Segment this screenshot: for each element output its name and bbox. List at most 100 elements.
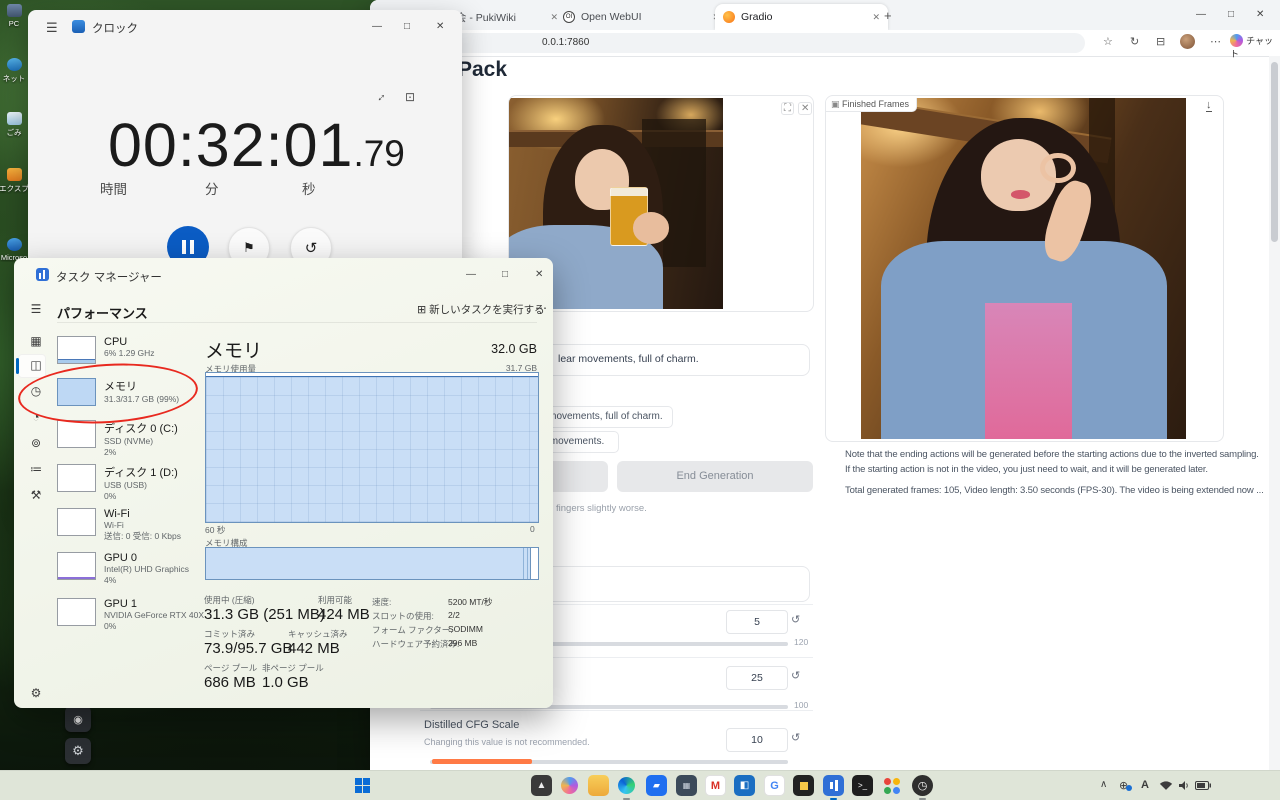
slider-number-input[interactable]: 5 <box>726 610 788 634</box>
picture-in-picture-icon[interactable]: ⊡ <box>405 90 415 104</box>
cfg-number-input[interactable]: 10 <box>726 728 788 752</box>
battery-icon[interactable] <box>1195 781 1211 793</box>
clock-maximize-icon[interactable]: □ <box>404 20 410 34</box>
end-generation-button[interactable]: End Generation <box>617 461 813 492</box>
perf-item-gpu1[interactable]: GPU 1NVIDIA GeForce RTX 40X0% <box>57 598 207 631</box>
scrollbar-thumb[interactable] <box>1271 62 1278 242</box>
desktop-app-icon-dark[interactable]: ◉ <box>65 706 91 732</box>
cpu-graph-thumbnail <box>57 336 96 364</box>
perf-item-gpu0[interactable]: GPU 0Intel(R) UHD Graphics4% <box>57 552 207 585</box>
desktop-icon-network[interactable]: ネット <box>0 58 29 84</box>
slider-number-input[interactable]: 25 <box>726 666 788 690</box>
perf-item-cpu[interactable]: CPU6% 1.29 GHz <box>57 336 207 364</box>
browser-minimize-icon[interactable]: — <box>1196 8 1206 22</box>
tm-nav-details-icon[interactable]: ≔ <box>24 462 48 476</box>
tm-maximize-icon[interactable]: □ <box>502 268 508 282</box>
taskbar-store-icon[interactable]: ▰ <box>646 775 667 796</box>
clock-minimize-icon[interactable]: — <box>372 20 382 34</box>
section-divider <box>420 710 813 711</box>
reset-icon[interactable]: ↺ <box>791 731 800 744</box>
copilot-icon <box>1230 34 1243 47</box>
tm-settings-gear-icon[interactable]: ⚙ <box>24 686 48 700</box>
tm-more-menu-icon[interactable]: ⋯ <box>535 301 547 315</box>
image-fullscreen-icon[interactable]: ⛶ <box>781 102 794 115</box>
reset-icon[interactable]: ↺ <box>791 613 800 626</box>
slider-max-label: 120 <box>794 637 808 647</box>
download-icon[interactable]: ↓ <box>1206 100 1212 112</box>
sync-icon[interactable]: ↻ <box>1130 35 1139 48</box>
tm-nav-performance-icon[interactable]: ◫ <box>24 358 48 372</box>
input-image-panel: ⛶ ✕ <box>508 95 814 312</box>
tm-close-icon[interactable]: ✕ <box>535 268 543 282</box>
timeline-right-label: 0 <box>530 524 535 534</box>
tm-nav-menu-icon[interactable]: ☰ <box>24 302 48 316</box>
image-component-icon: ▣ <box>831 99 840 109</box>
finished-frames-panel: ▣ Finished Frames ↓ <box>825 95 1224 442</box>
taskbar-dark-app-icon[interactable] <box>793 775 814 796</box>
prompt-textbox[interactable]: lear movements, full of charm. <box>540 344 810 376</box>
new-tab-icon[interactable]: + <box>884 8 892 23</box>
expand-icon[interactable]: ↕ <box>375 90 389 104</box>
clock-close-icon[interactable]: ✕ <box>436 20 444 34</box>
desktop-icon-pc[interactable]: PC <box>0 4 29 28</box>
taskbar-google-icon[interactable]: G <box>764 775 785 796</box>
tm-nav-users-icon[interactable]: ⊚ <box>24 436 48 450</box>
nonpaged-pool-label: 非ページ プール <box>262 662 324 674</box>
committed-label: コミット済み <box>204 628 255 640</box>
tm-page-title: パフォーマンス <box>57 303 148 322</box>
desktop-icon-recycle-bin[interactable]: ごみ <box>0 112 29 138</box>
image-clear-icon[interactable]: ✕ <box>798 102 812 115</box>
taskbar-calculator-icon[interactable]: ▦ <box>676 775 697 796</box>
tm-nav-services-icon[interactable]: ⚒ <box>24 488 48 502</box>
tm-nav-processes-icon[interactable]: ▦ <box>24 334 48 348</box>
taskbar-task-manager-icon[interactable] <box>823 775 844 796</box>
task-manager-window: タスク マネージャー — □ ✕ ☰ ▦ ◫ ◷ ◔ ⊚ ≔ ⚒ ⚙ パフォーマ… <box>14 258 553 708</box>
favorites-star-icon[interactable]: ☆ <box>1103 35 1113 48</box>
wifi-icon[interactable] <box>1159 780 1173 794</box>
ime-mode-indicator[interactable]: A <box>1141 779 1149 791</box>
page-scrollbar[interactable] <box>1269 56 1280 770</box>
perf-item-disk0[interactable]: ディスク 0 (C:)SSD (NVMe)2% <box>57 420 207 457</box>
start-button[interactable] <box>352 775 373 796</box>
available-value: 424 MB <box>318 606 370 623</box>
tm-minimize-icon[interactable]: — <box>466 268 476 282</box>
new-task-icon: ⊞ <box>417 304 426 316</box>
taskbar-gmail-icon[interactable]: M <box>705 775 726 796</box>
tray-chevron-icon[interactable]: ∧ <box>1100 779 1107 790</box>
taskbar-clock-app-icon[interactable]: ◷ <box>912 775 933 796</box>
tab-open-webui[interactable]: OI Open WebUI ✕ <box>555 6 728 28</box>
tab-close-icon[interactable]: ✕ <box>872 12 880 23</box>
taskbar-blue-app-icon[interactable]: ◧ <box>734 775 755 796</box>
address-bar[interactable]: 0.0.1:7860 <box>445 33 1085 53</box>
tray-network-globe-icon[interactable]: ⊕ <box>1119 779 1128 792</box>
reset-icon[interactable]: ↺ <box>791 669 800 682</box>
perf-item-wifi[interactable]: Wi-FiWi-Fi送信: 0 受信: 0 Kbps <box>57 508 207 541</box>
taskbar-photos-icon[interactable]: ▲ <box>531 775 552 796</box>
header-divider <box>57 322 537 323</box>
browser-maximize-icon[interactable]: □ <box>1228 8 1234 22</box>
reset-icon: ↺ <box>305 239 318 257</box>
taskbar-edge-icon[interactable] <box>616 775 637 796</box>
taskbar-copilot-icon[interactable] <box>559 775 580 796</box>
desktop-icon-explorer[interactable]: エクスプ <box>0 168 29 194</box>
run-new-task-button[interactable]: ⊞ 新しいタスクを実行する <box>417 302 545 317</box>
browser-close-icon[interactable]: ✕ <box>1256 8 1264 22</box>
collections-icon[interactable]: ⊟ <box>1156 35 1165 48</box>
taskbar-file-explorer-icon[interactable] <box>588 775 609 796</box>
edge-shortcut-icon <box>7 238 22 251</box>
desktop-settings-icon[interactable]: ⚙ <box>65 738 91 764</box>
taskbar-colorful-grid-icon[interactable] <box>881 775 902 796</box>
perf-item-disk1[interactable]: ディスク 1 (D:)USB (USB)0% <box>57 464 207 501</box>
speaker-icon[interactable] <box>1178 780 1190 794</box>
generation-hint-text: fingers slightly worse. <box>556 503 647 514</box>
tab-gradio[interactable]: Gradio ✕ <box>715 4 888 30</box>
cfg-scale-description: Changing this value is not recommended. <box>424 737 590 747</box>
more-menu-icon[interactable]: ⋯ <box>1210 35 1221 48</box>
taskbar-terminal-icon[interactable]: >_ <box>852 775 873 796</box>
quick-prompt-chip[interactable]: r movements, full of charm. <box>533 406 673 428</box>
hours-label: 時間 <box>100 178 127 198</box>
slots-label: スロットの使用: <box>372 610 434 622</box>
profile-avatar[interactable] <box>1180 34 1195 52</box>
screen: PC ネット ごみ エクスプ Microso ◉ ⚙ 私的AI研究会 - Puk… <box>0 0 1280 800</box>
hamburger-menu-icon[interactable]: ☰ <box>46 20 58 36</box>
